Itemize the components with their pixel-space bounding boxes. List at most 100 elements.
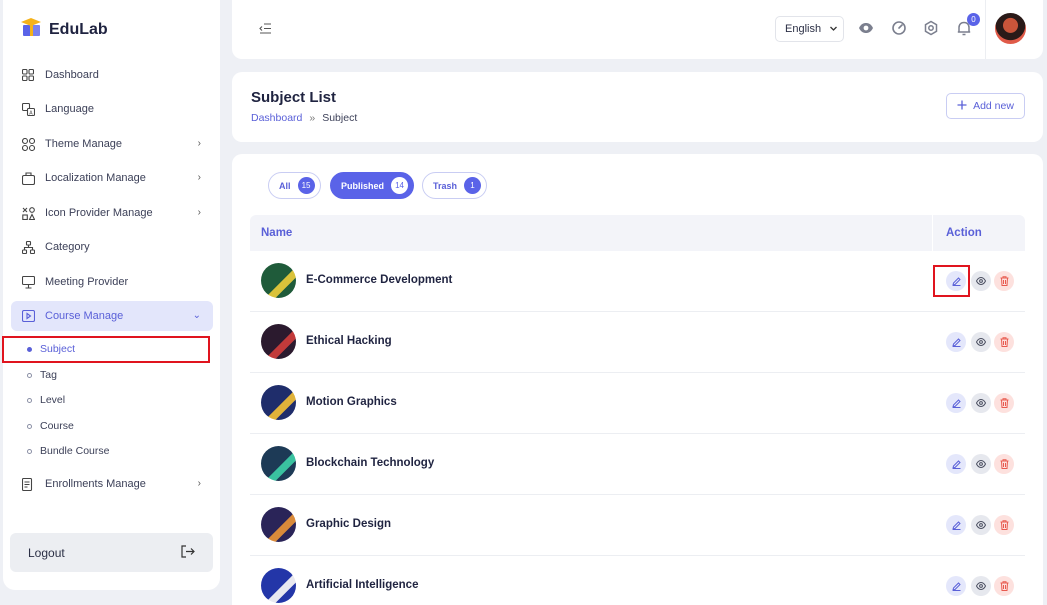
sidebar-item-language[interactable]: A Language bbox=[11, 94, 213, 124]
theme-toggle-icon[interactable] bbox=[891, 20, 907, 41]
view-button[interactable] bbox=[971, 515, 991, 535]
delete-button[interactable] bbox=[994, 576, 1014, 596]
bullet-icon bbox=[27, 346, 32, 352]
table-row: Motion Graphics bbox=[250, 373, 1025, 434]
chevron-down-icon bbox=[829, 24, 838, 36]
sidebar-item-icon-provider-manage[interactable]: Icon Provider Manage › bbox=[11, 198, 213, 228]
delete-button[interactable] bbox=[994, 515, 1014, 535]
subject-name[interactable]: Ethical Hacking bbox=[306, 335, 392, 347]
subject-name[interactable]: Graphic Design bbox=[306, 518, 391, 530]
delete-button[interactable] bbox=[994, 454, 1014, 474]
sidebar-item-course-manage[interactable]: Course Manage ⌄ bbox=[11, 301, 213, 331]
subject-name[interactable]: Artificial Intelligence bbox=[306, 579, 418, 591]
document-icon bbox=[21, 477, 35, 491]
sidebar-subitem-bundle-course[interactable]: Bundle Course bbox=[27, 445, 109, 457]
gear-icon[interactable] bbox=[923, 20, 939, 41]
pencil-icon bbox=[951, 520, 961, 530]
edit-button[interactable] bbox=[946, 515, 966, 535]
sidebar-item-label: Localization Manage bbox=[45, 172, 146, 184]
bullet-icon bbox=[27, 448, 32, 454]
sidebar-item-enrollments-manage[interactable]: Enrollments Manage › bbox=[11, 469, 213, 499]
subject-thumbnail bbox=[261, 568, 296, 603]
chevron-right-icon: › bbox=[197, 138, 201, 149]
sidebar-item-meeting-provider[interactable]: Meeting Provider bbox=[11, 267, 213, 297]
eye-icon[interactable] bbox=[858, 20, 874, 41]
edit-button[interactable] bbox=[946, 454, 966, 474]
trash-icon bbox=[1000, 520, 1008, 530]
subject-name[interactable]: Blockchain Technology bbox=[306, 457, 434, 469]
column-divider bbox=[932, 215, 933, 251]
sidebar-item-dashboard[interactable]: Dashboard bbox=[11, 60, 213, 90]
view-button[interactable] bbox=[971, 576, 991, 596]
sidebar-item-label: Course Manage bbox=[45, 310, 124, 322]
delete-button[interactable] bbox=[994, 393, 1014, 413]
subject-list-card: All 15 Published 14 Trash 1 Name Action … bbox=[232, 154, 1043, 605]
presentation-icon bbox=[21, 275, 35, 289]
brand-logo[interactable]: EduLab bbox=[21, 17, 108, 42]
subject-thumbnail bbox=[261, 507, 296, 542]
view-button[interactable] bbox=[971, 271, 991, 291]
sidebar-item-localization-manage[interactable]: Localization Manage › bbox=[11, 163, 213, 193]
grid-icon bbox=[21, 68, 35, 82]
eye-icon bbox=[976, 338, 986, 346]
view-button[interactable] bbox=[971, 332, 991, 352]
brand-name: EduLab bbox=[49, 20, 108, 38]
sidebar-item-theme-manage[interactable]: Theme Manage › bbox=[11, 129, 213, 159]
sidebar-item-label: Enrollments Manage bbox=[45, 478, 146, 490]
column-header-name[interactable]: Name bbox=[261, 227, 292, 239]
delete-button[interactable] bbox=[994, 271, 1014, 291]
pencil-icon bbox=[951, 581, 961, 591]
edit-button[interactable] bbox=[946, 271, 966, 291]
video-icon bbox=[21, 309, 35, 323]
subject-thumbnail bbox=[261, 446, 296, 481]
column-header-action: Action bbox=[946, 227, 982, 239]
eye-icon bbox=[976, 277, 986, 285]
filter-tab-label: Trash bbox=[433, 180, 458, 191]
trash-icon bbox=[1000, 581, 1008, 591]
sidebar-item-category[interactable]: Category bbox=[11, 232, 213, 262]
table-row: Ethical Hacking bbox=[250, 312, 1025, 373]
sidebar-subitem-course[interactable]: Course bbox=[27, 420, 74, 432]
add-new-label: Add new bbox=[973, 100, 1014, 112]
table-header: Name Action bbox=[250, 215, 1025, 251]
topbar: English 0 bbox=[232, 0, 1043, 59]
subject-name[interactable]: E-Commerce Development bbox=[306, 274, 452, 286]
page-header: Subject List Dashboard » Subject Add new bbox=[232, 72, 1043, 142]
sidebar-subitem-subject[interactable]: Subject bbox=[27, 343, 75, 355]
edit-button[interactable] bbox=[946, 332, 966, 352]
breadcrumb-dashboard-link[interactable]: Dashboard bbox=[251, 112, 302, 124]
breadcrumb-current: Subject bbox=[322, 112, 358, 124]
user-avatar[interactable] bbox=[995, 13, 1026, 44]
sidebar-subitem-level[interactable]: Level bbox=[27, 394, 65, 406]
sidebar-subitem-tag[interactable]: Tag bbox=[27, 369, 57, 381]
subject-thumbnail bbox=[261, 263, 296, 298]
sitemap-icon bbox=[21, 240, 35, 254]
edit-button[interactable] bbox=[946, 576, 966, 596]
pencil-icon bbox=[951, 276, 961, 286]
trash-icon bbox=[1000, 398, 1008, 408]
trash-icon bbox=[1000, 337, 1008, 347]
filter-tab-label: All bbox=[279, 180, 291, 191]
sidebar-item-label: Meeting Provider bbox=[45, 276, 129, 288]
language-select[interactable]: English bbox=[775, 16, 844, 42]
delete-button[interactable] bbox=[994, 332, 1014, 352]
table-row: Blockchain Technology bbox=[250, 434, 1025, 495]
translate-icon: A bbox=[21, 102, 35, 116]
filter-tab-trash[interactable]: Trash 1 bbox=[422, 172, 488, 199]
collapse-sidebar-icon[interactable] bbox=[259, 21, 272, 39]
bullet-icon bbox=[27, 423, 32, 429]
view-button[interactable] bbox=[971, 393, 991, 413]
chevron-right-icon: › bbox=[197, 478, 201, 489]
sidebar-subitem-label: Course bbox=[40, 420, 74, 432]
subject-thumbnail bbox=[261, 385, 296, 420]
filter-tab-all[interactable]: All 15 bbox=[268, 172, 321, 199]
filter-tab-published[interactable]: Published 14 bbox=[330, 172, 415, 199]
chevron-down-icon: ⌄ bbox=[192, 310, 201, 321]
add-new-button[interactable]: Add new bbox=[946, 93, 1025, 119]
subject-name[interactable]: Motion Graphics bbox=[306, 396, 397, 408]
edit-button[interactable] bbox=[946, 393, 966, 413]
sidebar-item-label: Theme Manage bbox=[45, 138, 123, 150]
logout-button[interactable]: Logout bbox=[10, 533, 213, 572]
graduation-cap-icon bbox=[21, 17, 43, 42]
view-button[interactable] bbox=[971, 454, 991, 474]
